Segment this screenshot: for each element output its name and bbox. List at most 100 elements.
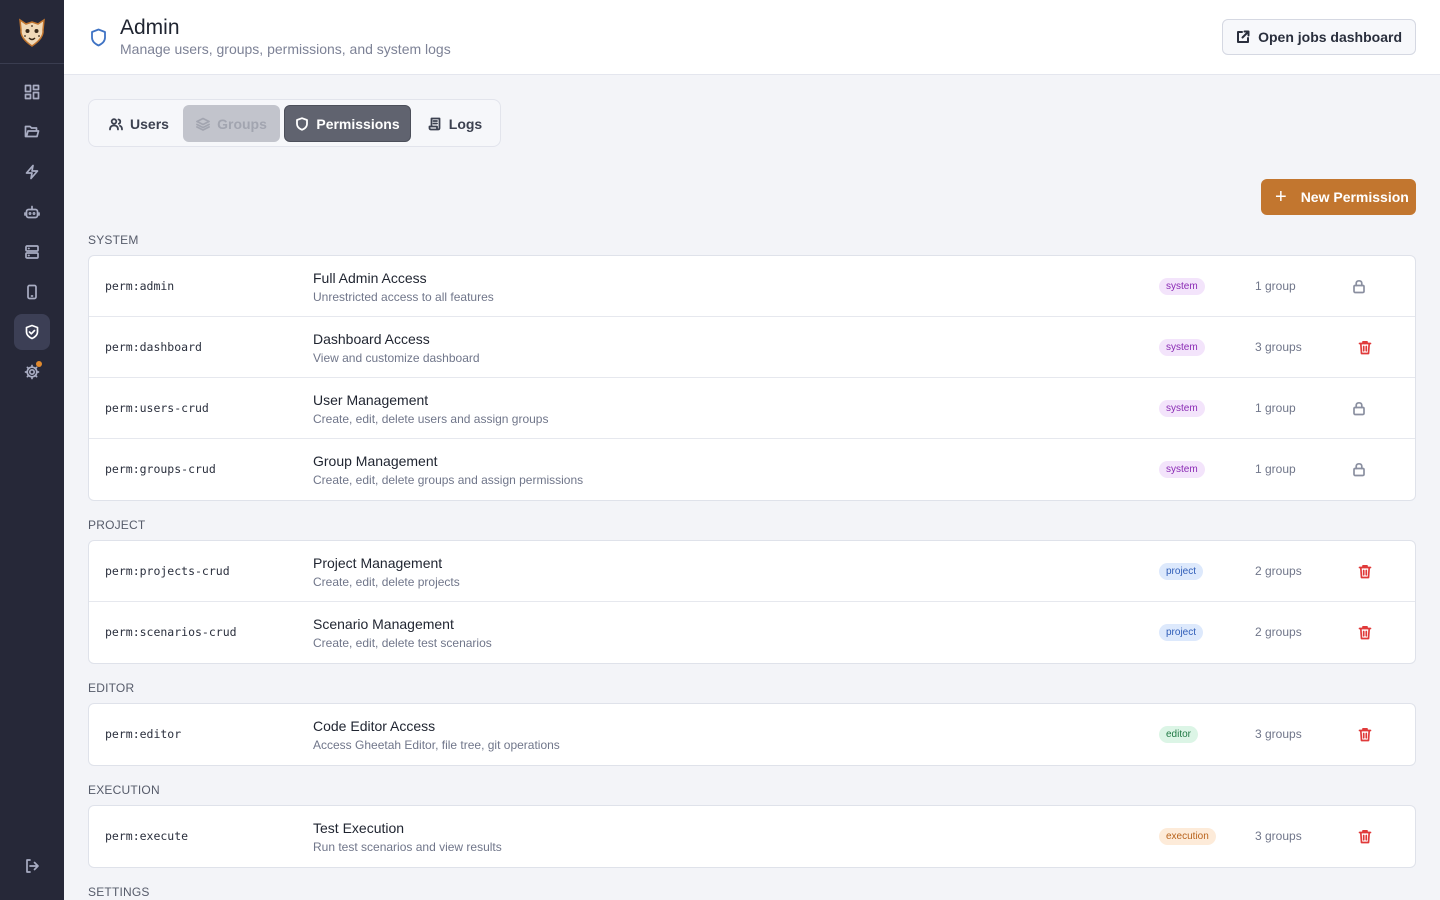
group-count: 2 groups (1255, 564, 1302, 578)
permission-description: Create, edit, delete test scenarios (313, 636, 492, 650)
delete-permission-button[interactable] (1357, 624, 1373, 640)
app-logo[interactable] (0, 0, 64, 64)
section-label-project: PROJECT (88, 518, 146, 532)
permission-key: perm:users-crud (105, 401, 209, 415)
tab-permissions-label: Permissions (316, 115, 400, 132)
admin-tabs: Users Groups Permissions Logs (88, 99, 501, 147)
permission-row[interactable]: perm:admin Full Admin Access Unrestricte… (89, 256, 1415, 317)
locked-indicator (1351, 461, 1367, 477)
permission-name: Code Editor Access (313, 718, 436, 734)
open-jobs-dashboard-label: Open jobs dashboard (1258, 29, 1402, 45)
section-label-system: SYSTEM (88, 233, 139, 247)
sidebar (0, 0, 64, 900)
lock-icon (1353, 401, 1365, 415)
dashboard-icon (24, 84, 40, 100)
permission-name: User Management (313, 392, 429, 408)
permission-key: perm:execute (105, 829, 189, 843)
new-permission-button[interactable]: + New Permission (1261, 179, 1416, 215)
external-link-icon (1237, 30, 1250, 43)
permission-key: perm:scenarios-crud (105, 625, 237, 639)
section-label-execution: EXECUTION (88, 783, 160, 797)
permission-row[interactable]: perm:users-crud User Management Create, … (89, 378, 1415, 439)
permission-row[interactable]: perm:editor Code Editor Access Access Gh… (89, 704, 1415, 765)
permission-description: Create, edit, delete groups and assign p… (313, 473, 584, 487)
sidebar-item-dashboard[interactable] (14, 74, 50, 110)
open-jobs-dashboard-button[interactable]: Open jobs dashboard (1222, 19, 1416, 55)
page-header: Admin Manage users, groups, permissions,… (64, 0, 1440, 75)
sidebar-item-devices[interactable] (14, 274, 50, 310)
section-label-editor: EDITOR (88, 681, 135, 695)
permission-key: perm:editor (105, 727, 182, 741)
header-shield (90, 28, 107, 52)
layers-icon (196, 117, 211, 131)
permission-row[interactable]: perm:projects-crud Project Management Cr… (89, 541, 1415, 602)
tab-permissions[interactable]: Permissions (284, 105, 411, 142)
delete-permission-button[interactable] (1357, 563, 1373, 579)
sidebar-item-agents[interactable] (14, 194, 50, 230)
permission-description: View and customize dashboard (313, 351, 480, 365)
permission-name: Scenario Management (313, 616, 454, 632)
tab-groups[interactable]: Groups (183, 105, 280, 142)
group-count: 1 group (1255, 401, 1296, 415)
logout-icon (26, 859, 39, 873)
group-count: 3 groups (1255, 340, 1302, 354)
permission-description: Create, edit, delete projects (313, 575, 460, 589)
page-title: Admin (120, 16, 180, 39)
shield-icon (296, 116, 309, 131)
category-badge: system (1159, 339, 1205, 356)
permission-row[interactable]: perm:scenarios-crud Scenario Management … (89, 602, 1415, 663)
server-icon (25, 245, 39, 259)
permission-group-system: perm:admin Full Admin Access Unrestricte… (88, 255, 1416, 501)
sidebar-nav (14, 64, 50, 390)
group-count: 1 group (1255, 279, 1296, 293)
locked-indicator (1351, 400, 1367, 416)
sidebar-item-actions[interactable] (14, 154, 50, 190)
permission-row[interactable]: perm:groups-crud Group Management Create… (89, 439, 1415, 500)
permission-key: perm:groups-crud (105, 462, 216, 476)
tab-users-label: Users (130, 115, 169, 132)
trash-icon (1358, 340, 1372, 354)
permission-name: Dashboard Access (313, 331, 430, 347)
category-badge: editor (1159, 726, 1199, 743)
permission-name: Project Management (313, 555, 443, 571)
delete-permission-button[interactable] (1357, 726, 1373, 742)
sidebar-item-settings[interactable] (14, 354, 50, 390)
locked-indicator (1351, 278, 1367, 294)
category-badge: execution (1159, 828, 1216, 845)
users-icon (109, 117, 123, 130)
sidebar-item-admin[interactable] (14, 314, 50, 350)
permission-key: perm:admin (105, 279, 175, 293)
group-count: 2 groups (1255, 625, 1302, 639)
category-badge: system (1159, 461, 1205, 478)
notification-dot (36, 361, 42, 367)
device-icon (27, 284, 37, 300)
permission-group-editor: perm:editor Code Editor Access Access Gh… (88, 703, 1416, 766)
permission-name: Group Management (313, 453, 438, 469)
tab-logs-label: Logs (448, 115, 483, 132)
permission-row[interactable]: perm:execute Test Execution Run test sce… (89, 806, 1415, 867)
trash-icon (1358, 829, 1372, 843)
tab-logs[interactable]: Logs (415, 105, 495, 142)
tab-groups-label: Groups (217, 115, 267, 132)
bot-icon (24, 205, 40, 219)
sidebar-item-projects[interactable] (14, 114, 50, 150)
sidebar-item-servers[interactable] (14, 234, 50, 270)
delete-permission-button[interactable] (1357, 828, 1373, 844)
permission-description: Run test scenarios and view results (313, 840, 502, 854)
group-count: 3 groups (1255, 727, 1302, 741)
group-count: 1 group (1255, 462, 1296, 476)
category-badge: project (1159, 624, 1204, 641)
lock-icon (1353, 279, 1365, 293)
permission-row[interactable]: perm:dashboard Dashboard Access View and… (89, 317, 1415, 378)
permission-name: Test Execution (313, 820, 405, 836)
delete-permission-button[interactable] (1357, 339, 1373, 355)
permission-group-execution: perm:execute Test Execution Run test sce… (88, 805, 1416, 868)
permission-description: Access Gheetah Editor, file tree, git op… (313, 738, 560, 752)
page-subtitle: Manage users, groups, permissions, and s… (120, 41, 451, 57)
new-permission-label: New Permission (1300, 189, 1409, 205)
shield-check-icon (25, 324, 39, 340)
category-badge: system (1159, 278, 1205, 295)
tab-users[interactable]: Users (96, 105, 182, 142)
trash-icon (1358, 564, 1372, 578)
logout-button[interactable] (14, 848, 50, 884)
